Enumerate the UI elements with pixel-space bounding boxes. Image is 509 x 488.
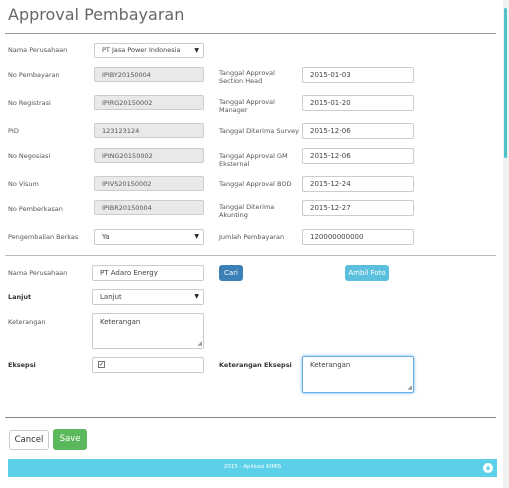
tgl-section-head-input[interactable]: 2015-01-03: [302, 67, 414, 83]
tgl-gm-input[interactable]: 2015-12-06: [302, 148, 414, 164]
nama-perusahaan-input[interactable]: PT Adaro Energy: [92, 265, 204, 281]
label-nama-perusahaan: Nama Perusahaan: [8, 46, 68, 54]
label-tgl-manager: Tanggal Approval Manager: [219, 98, 275, 114]
resize-grip-icon: ◢: [197, 340, 202, 347]
chevron-down-icon: ▼: [194, 47, 199, 54]
no-visum-field: IPIVS20150002: [94, 176, 204, 191]
eksepsi-checkbox[interactable]: ✓: [98, 361, 105, 368]
label-keterangan: Keterangan: [8, 318, 46, 326]
label-pid: PID: [8, 127, 19, 135]
label-no-pembayaran: No Pembayaran: [8, 71, 60, 79]
label-eksepsi: Eksepsi: [8, 361, 36, 369]
chevron-down-icon: ▼: [194, 293, 199, 300]
label-tgl-akunting: Tanggal Diterima Akunting: [219, 203, 275, 219]
divider: [5, 417, 496, 418]
label-tgl-survey: Tanggal Diterima Survey: [219, 127, 299, 135]
ambil-foto-button[interactable]: Ambil Foto: [345, 265, 389, 281]
chevron-down-icon: ▼: [194, 233, 199, 240]
keterangan-eksepsi-textarea[interactable]: Keterangan ◢: [302, 356, 414, 393]
footer: 2015 - Aplikasi KIMIS ▲: [8, 459, 497, 477]
label-no-visum: No Visum: [8, 180, 39, 188]
tgl-akunting-input[interactable]: 2015-12-27: [302, 200, 414, 216]
lanjut-value: Lanjut: [100, 293, 122, 301]
scrollbar-thumb[interactable]: [504, 8, 507, 158]
cancel-button[interactable]: Cancel: [9, 430, 49, 450]
label-no-registrasi: No Registrasi: [8, 99, 51, 107]
label-nama-perusahaan-2: Nama Perusahaan: [8, 269, 68, 277]
nama-perusahaan-value: PT Jasa Power Indonesia: [102, 46, 181, 54]
tgl-manager-input[interactable]: 2015-01-20: [302, 95, 414, 111]
pengembalian-berkas-select[interactable]: Ya ▼: [94, 229, 204, 245]
cari-button[interactable]: Cari: [219, 265, 243, 281]
tgl-bod-input[interactable]: 2015-12-24: [302, 176, 414, 192]
label-tgl-section-head: Tanggal Approval Section Head: [219, 69, 275, 85]
page: Approval Pembayaran Nama Perusahaan PT J…: [0, 0, 503, 488]
no-pemberkasan-field: IPIBR20150004: [94, 200, 204, 215]
pid-field: 123123124: [94, 123, 204, 138]
nama-perusahaan-select[interactable]: PT Jasa Power Indonesia ▼: [94, 43, 204, 58]
eksepsi-checkbox-field: ✓: [92, 357, 204, 373]
label-no-negosiasi: No Negosiasi: [8, 152, 51, 160]
scroll-to-top-icon[interactable]: ▲: [483, 463, 493, 473]
footer-text: 2015 - Aplikasi KIMIS: [223, 464, 282, 470]
jumlah-pembayaran-input[interactable]: 120000000000: [302, 229, 414, 245]
keterangan-text: Keterangan: [100, 318, 141, 326]
label-tgl-gm: Tanggal Approval GM Eksternal: [219, 152, 288, 168]
tgl-survey-input[interactable]: 2015-12-06: [302, 123, 414, 139]
label-jumlah-pembayaran: Jumlah Pembayaran: [219, 233, 285, 241]
vertical-scrollbar[interactable]: [503, 0, 509, 488]
no-pembayaran-field: IPIBY20150004: [94, 67, 204, 82]
no-registrasi-field: IPIRG20150002: [94, 95, 204, 110]
divider: [5, 255, 496, 256]
pengembalian-berkas-value: Ya: [102, 233, 110, 241]
no-negosiasi-field: IPING20150002: [94, 148, 204, 163]
label-lanjut: Lanjut: [8, 293, 32, 301]
lanjut-select[interactable]: Lanjut ▼: [92, 289, 204, 305]
save-button[interactable]: Save: [53, 429, 87, 450]
page-title: Approval Pembayaran: [8, 5, 185, 24]
keterangan-eksepsi-text: Keterangan: [310, 361, 351, 369]
resize-grip-icon: ◢: [407, 384, 412, 391]
keterangan-textarea[interactable]: Keterangan ◢: [92, 313, 204, 349]
divider: [5, 33, 496, 34]
label-tgl-bod: Tanggal Approval BOD: [219, 180, 292, 188]
label-pengembalian-berkas: Pengembalian Berkas: [8, 233, 79, 241]
label-no-pemberkasan: No Pemberkasan: [8, 205, 63, 213]
label-keterangan-eksepsi: Keterangan Eksepsi: [219, 361, 292, 369]
